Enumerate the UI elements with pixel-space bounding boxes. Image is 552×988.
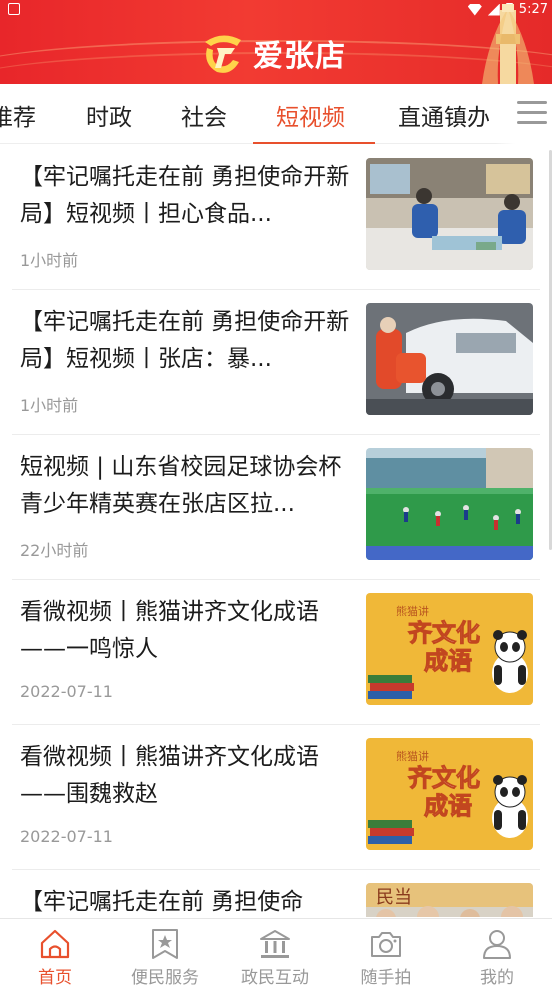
article-list[interactable]: 【牢记嘱托走在前 勇担使命开新局】短视频丨担心食品... 1小时前 【牢记嘱托走… — [0, 145, 552, 917]
government-building-icon — [260, 930, 290, 958]
camera-icon — [371, 932, 401, 957]
article-thumbnail[interactable]: 熊猫讲 齐文化 成语 — [366, 593, 533, 705]
tab-short-video[interactable]: 短视频 — [276, 98, 345, 132]
article-thumbnail[interactable]: 熊猫讲 齐文化 成语 — [366, 738, 533, 850]
menu-icon — [517, 121, 547, 124]
article-time: 2022-07-11 — [20, 827, 113, 846]
thumb-text: 齐文化 — [408, 619, 480, 647]
thumb-text: 齐文化 — [408, 764, 480, 792]
tab-society[interactable]: 社会 — [181, 98, 227, 132]
list-item[interactable]: 【牢记嘱托走在前 勇担使命 民当 — [12, 870, 540, 917]
menu-icon — [517, 101, 547, 104]
thumb-text: 成语 — [424, 792, 472, 820]
tab-town-office[interactable]: 直通镇办 — [398, 98, 490, 132]
nav-services[interactable]: 便民服务 — [110, 919, 220, 988]
menu-icon — [517, 111, 547, 114]
thumb-text: 民当 — [376, 887, 412, 908]
nav-interaction[interactable]: 政民互动 — [220, 919, 330, 988]
nav-label: 随手拍 — [360, 968, 412, 988]
list-item[interactable]: 短视频 | 山东省校园足球协会杯青少年精英赛在张店区拉... 22小时前 — [12, 435, 540, 580]
article-thumbnail[interactable] — [366, 303, 533, 415]
user-icon — [483, 930, 511, 959]
nav-home[interactable]: 首页 — [0, 919, 110, 988]
article-thumbnail[interactable] — [366, 448, 533, 560]
monument-decoration — [482, 4, 534, 84]
app-title: 爱张店 — [253, 39, 346, 74]
article-title: 看微视频丨熊猫讲齐文化成语——一鸣惊人 — [20, 599, 319, 662]
thumb-text: 成语 — [424, 647, 472, 675]
nav-profile[interactable]: 我的 — [442, 919, 552, 988]
list-item[interactable]: 看微视频丨熊猫讲齐文化成语——围魏救赵 2022-07-11 熊猫讲 齐文化 成… — [12, 725, 540, 870]
nav-label: 政民互动 — [241, 968, 309, 988]
article-title: 【牢记嘱托走在前 勇担使命开新局】短视频丨担心食品... — [20, 164, 350, 227]
notification-icon — [8, 3, 20, 15]
article-title: 看微视频丨熊猫讲齐文化成语——围魏救赵 — [20, 744, 319, 807]
brand: 爱张店 — [197, 28, 346, 78]
bottom-nav: 首页 便民服务 政民互动 随手拍 我的 — [0, 918, 552, 988]
article-thumbnail[interactable] — [366, 158, 533, 270]
active-tab-indicator — [253, 142, 375, 144]
article-title: 【牢记嘱托走在前 勇担使命 — [20, 889, 304, 915]
home-icon — [40, 929, 70, 959]
nav-label: 首页 — [38, 968, 72, 988]
category-tabs: 推荐 时政 社会 短视频 直通镇办 — [0, 84, 552, 144]
tab-recommend[interactable]: 推荐 — [0, 98, 36, 132]
list-item[interactable]: 看微视频丨熊猫讲齐文化成语——一鸣惊人 2022-07-11 熊猫讲 齐文化 成… — [12, 580, 540, 725]
thumb-text: 熊猫讲 — [396, 604, 429, 618]
article-time: 2022-07-11 — [20, 682, 113, 701]
app-logo-icon — [205, 35, 241, 73]
star-bookmark-icon — [152, 929, 178, 959]
article-time: 1小时前 — [20, 251, 79, 270]
channel-menu-button[interactable] — [517, 101, 547, 125]
list-item[interactable]: 【牢记嘱托走在前 勇担使命开新局】短视频丨担心食品... 1小时前 — [12, 145, 540, 290]
tab-politics[interactable]: 时政 — [86, 98, 132, 132]
app-header: 5:27 爱张店 — [0, 0, 552, 84]
list-item[interactable]: 【牢记嘱托走在前 勇担使命开新局】短视频丨张店：暴... 1小时前 — [12, 290, 540, 435]
article-thumbnail[interactable]: 民当 — [366, 883, 533, 917]
nav-snapshot[interactable]: 随手拍 — [331, 919, 441, 988]
thumb-text: 熊猫讲 — [396, 749, 429, 763]
article-title: 【牢记嘱托走在前 勇担使命开新局】短视频丨张店：暴... — [20, 309, 350, 372]
nav-label: 便民服务 — [131, 968, 199, 988]
article-time: 22小时前 — [20, 541, 89, 560]
nav-label: 我的 — [480, 968, 514, 988]
article-title: 短视频 | 山东省校园足球协会杯青少年精英赛在张店区拉... — [20, 454, 342, 517]
article-time: 1小时前 — [20, 396, 79, 415]
status-bar: 5:27 — [0, 0, 552, 22]
